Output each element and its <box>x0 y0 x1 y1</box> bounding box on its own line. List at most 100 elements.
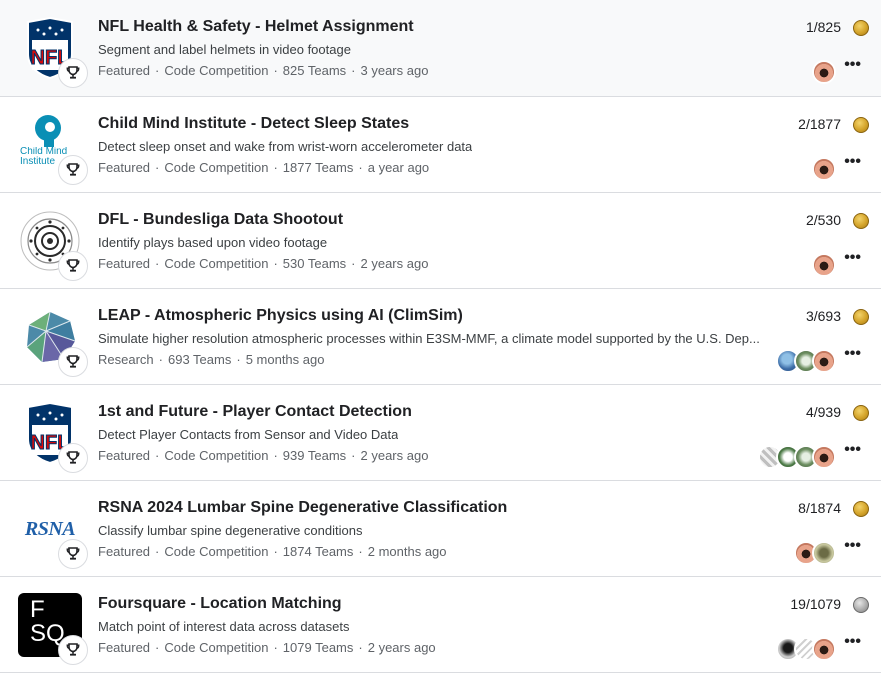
competition-row-2[interactable]: Child Mind Institute Child Mind Institut… <box>0 97 881 193</box>
trophy-icon <box>58 155 88 185</box>
team-member-avatar[interactable] <box>812 349 836 373</box>
meta-category: Featured <box>98 544 151 559</box>
meta-teams: 1877 Teams <box>282 160 354 175</box>
meta-teams: 693 Teams <box>167 352 232 367</box>
competition-rank: 2/1877 <box>798 116 841 132</box>
competition-rank: 8/1874 <box>798 500 841 516</box>
team-avatars[interactable] <box>812 253 836 277</box>
competition-title[interactable]: Foursquare - Location Matching <box>98 595 342 613</box>
meta-separator: · <box>158 352 163 367</box>
meta-separator: · <box>155 544 160 559</box>
meta-category: Featured <box>98 448 151 463</box>
competition-title[interactable]: NFL Health & Safety - Helmet Assignment <box>98 18 414 36</box>
meta-type: Code Competition <box>164 63 269 78</box>
team-member-avatar[interactable] <box>812 445 836 469</box>
meta-category: Featured <box>98 160 151 175</box>
competition-row-6[interactable]: RSNA RSNA 2024 Lumbar Spine Degenerative… <box>0 481 881 577</box>
meta-separator: · <box>351 63 356 78</box>
trophy-icon <box>58 539 88 569</box>
meta-age: 3 years ago <box>360 63 429 78</box>
competition-row-5[interactable]: NFL 1st and Future - Player Contact Dete… <box>0 385 881 481</box>
more-options-icon[interactable]: ••• <box>844 154 861 170</box>
meta-separator: · <box>358 640 363 655</box>
competition-meta: Featured · Code Competition · 1874 Teams · 2 m… <box>98 544 447 559</box>
team-avatars[interactable] <box>776 637 836 661</box>
meta-teams: 1079 Teams <box>282 640 354 655</box>
team-member-avatar[interactable] <box>812 253 836 277</box>
competition-rank: 3/693 <box>805 308 841 324</box>
competition-rank: 19/1079 <box>790 596 841 612</box>
competition-meta: Featured · Code Competition · 939 Teams · 2 ye… <box>98 448 428 463</box>
meta-separator: · <box>273 448 278 463</box>
meta-separator: · <box>351 448 356 463</box>
gold-medal-icon <box>853 213 869 229</box>
competition-description: Match point of interest data across data… <box>98 619 350 634</box>
team-avatars[interactable] <box>776 349 836 373</box>
meta-teams: 825 Teams <box>282 63 347 78</box>
competition-list: NFL NFL Health & Safety - Helmet Assignm… <box>0 0 881 673</box>
trophy-icon <box>58 251 88 281</box>
team-avatars[interactable] <box>812 60 836 84</box>
team-avatars[interactable] <box>758 445 836 469</box>
competition-row-4[interactable]: LEAP - Atmospheric Physics using AI (Cli… <box>0 289 881 385</box>
competition-meta: Featured · Code Competition · 1877 Teams · a y… <box>98 160 429 175</box>
team-member-avatar[interactable] <box>812 157 836 181</box>
gold-medal-icon <box>853 20 869 36</box>
competition-title[interactable]: LEAP - Atmospheric Physics using AI (Cli… <box>98 307 463 325</box>
meta-type: Code Competition <box>164 256 269 271</box>
meta-category: Featured <box>98 63 151 78</box>
trophy-icon <box>58 347 88 377</box>
meta-category: Featured <box>98 640 151 655</box>
meta-category: Featured <box>98 256 151 271</box>
more-options-icon[interactable]: ••• <box>844 346 861 362</box>
competition-description: Detect Player Contacts from Sensor and V… <box>98 427 399 442</box>
competition-description: Detect sleep onset and wake from wrist-w… <box>98 139 473 154</box>
meta-type: Code Competition <box>164 448 269 463</box>
competition-meta: Featured · Code Competition · 530 Teams · 2 ye… <box>98 256 428 271</box>
more-options-icon[interactable]: ••• <box>844 250 861 266</box>
competition-meta: Featured · Code Competition · 825 Teams · 3 ye… <box>98 63 428 78</box>
meta-age: 2 years ago <box>360 256 429 271</box>
competition-meta: Featured · Code Competition · 1079 Teams · 2 y… <box>98 640 436 655</box>
team-avatars[interactable] <box>794 541 836 565</box>
more-options-icon[interactable]: ••• <box>844 442 861 458</box>
competition-rank: 4/939 <box>805 404 841 420</box>
competition-title[interactable]: Child Mind Institute - Detect Sleep Stat… <box>98 115 409 133</box>
team-member-avatar[interactable] <box>812 541 836 565</box>
team-member-avatar[interactable] <box>812 60 836 84</box>
competition-description: Simulate higher resolution atmospheric p… <box>98 331 760 346</box>
competition-description: Identify plays based upon video footage <box>98 235 328 250</box>
meta-age: 2 years ago <box>360 448 429 463</box>
more-options-icon[interactable]: ••• <box>844 634 861 650</box>
meta-separator: · <box>273 160 278 175</box>
competition-title[interactable]: DFL - Bundesliga Data Shootout <box>98 211 343 229</box>
meta-separator: · <box>351 256 356 271</box>
meta-type: Code Competition <box>164 544 269 559</box>
trophy-icon <box>58 635 88 665</box>
meta-separator: · <box>358 544 363 559</box>
team-avatars[interactable] <box>812 157 836 181</box>
meta-type: Code Competition <box>164 640 269 655</box>
gold-medal-icon <box>853 405 869 421</box>
competition-meta: Research · 693 Teams · 5 months ago <box>98 352 324 367</box>
competition-description: Classify lumbar spine degenerative condi… <box>98 523 363 538</box>
meta-separator: · <box>273 63 278 78</box>
more-options-icon[interactable]: ••• <box>844 57 861 73</box>
competition-row-1[interactable]: NFL NFL Health & Safety - Helmet Assignm… <box>0 0 881 97</box>
competition-row-3[interactable]: DFL - Bundesliga Data Shootout Identify … <box>0 193 881 289</box>
meta-separator: · <box>155 256 160 271</box>
meta-separator: · <box>273 544 278 559</box>
meta-age: 5 months ago <box>245 352 325 367</box>
more-options-icon[interactable]: ••• <box>844 538 861 554</box>
meta-age: a year ago <box>367 160 430 175</box>
meta-type: Code Competition <box>164 160 269 175</box>
meta-separator: · <box>155 640 160 655</box>
meta-separator: · <box>155 160 160 175</box>
competition-row-7[interactable]: F SQ Foursquare - Location Matching Match… <box>0 577 881 673</box>
meta-teams: 939 Teams <box>282 448 347 463</box>
meta-separator: · <box>155 448 160 463</box>
competition-title[interactable]: 1st and Future - Player Contact Detectio… <box>98 403 412 421</box>
team-member-avatar[interactable] <box>812 637 836 661</box>
competition-title[interactable]: RSNA 2024 Lumbar Spine Degenerative Clas… <box>98 499 507 517</box>
meta-teams: 530 Teams <box>282 256 347 271</box>
